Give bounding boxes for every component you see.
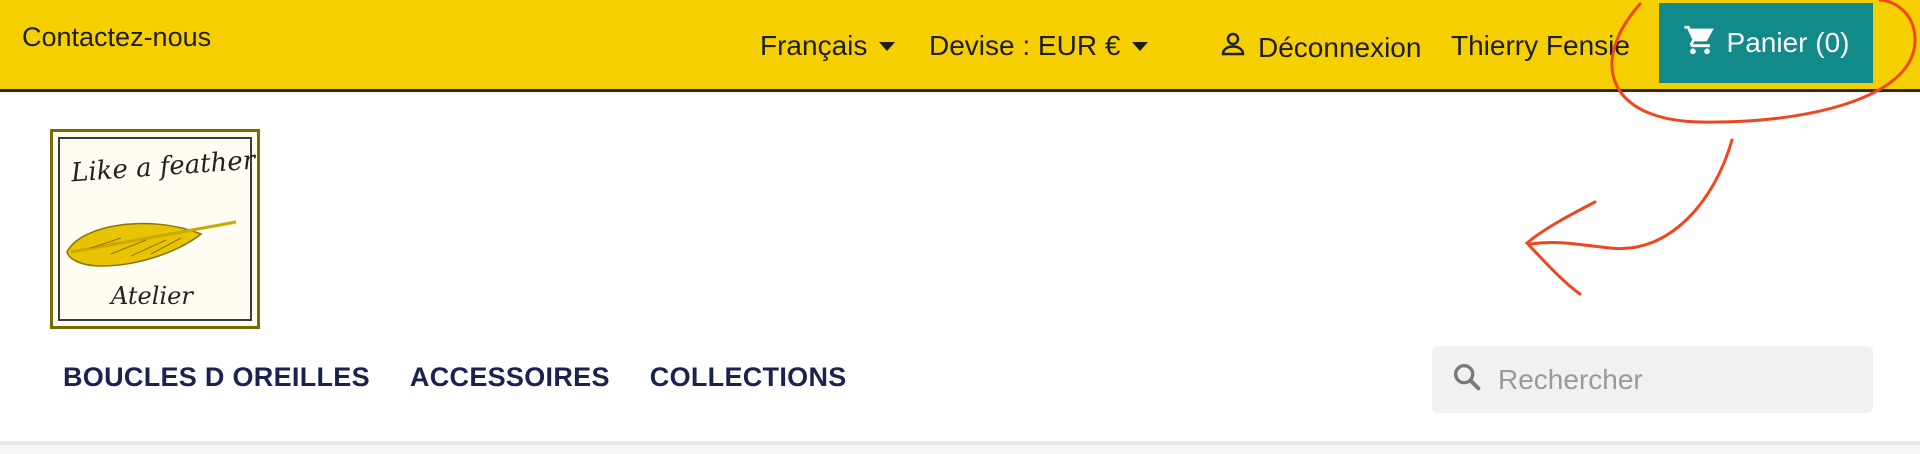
account-link[interactable]: Thierry Fensie: [1451, 30, 1630, 62]
chevron-down-icon: [879, 41, 896, 51]
language-selector[interactable]: Français: [760, 30, 896, 62]
menu-item-boucles[interactable]: BOUCLES D OREILLES: [63, 362, 370, 393]
main-header: Like a feather Atelier BOUCLES D OREILLE…: [0, 95, 1920, 445]
currency-label: Devise : EUR €: [929, 30, 1121, 61]
logout-label: Déconnexion: [1258, 31, 1422, 63]
main-menu: BOUCLES D OREILLES ACCESSOIRES COLLECTIO…: [63, 362, 847, 393]
menu-item-collections[interactable]: COLLECTIONS: [650, 362, 847, 393]
shop-logo[interactable]: Like a feather Atelier: [50, 129, 260, 329]
contact-link[interactable]: Contactez-nous: [22, 22, 211, 53]
cart-button[interactable]: Panier (0): [1659, 3, 1873, 83]
logo-subtitle: Atelier: [111, 282, 193, 310]
search-icon[interactable]: [1450, 360, 1484, 399]
currency-selector[interactable]: Devise : EUR €: [929, 30, 1149, 62]
search-box: [1432, 346, 1873, 413]
cart-icon: [1683, 23, 1717, 64]
logout-link[interactable]: Déconnexion: [1218, 29, 1421, 66]
cart-label: Panier (0): [1726, 27, 1850, 58]
user-icon: [1218, 29, 1248, 66]
feather-icon: [66, 220, 237, 267]
top-bar: Contactez-nous Français Devise : EUR € D…: [0, 0, 1920, 92]
menu-item-accessoires[interactable]: ACCESSOIRES: [410, 362, 610, 393]
language-label: Français: [760, 30, 868, 61]
chevron-down-icon: [1132, 41, 1149, 51]
search-input[interactable]: [1498, 363, 1838, 396]
